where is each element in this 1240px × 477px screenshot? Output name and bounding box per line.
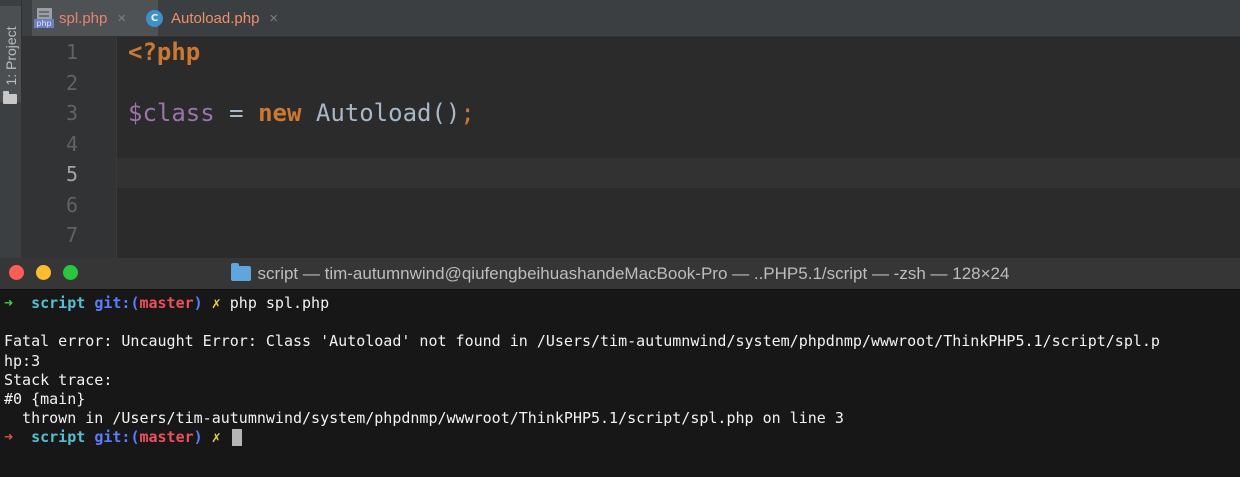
code-keyword: new (258, 99, 302, 127)
output-line: Stack trace: (4, 370, 113, 389)
code-variable: $class (128, 99, 215, 127)
folder-icon (230, 263, 251, 281)
prompt-branch: master (139, 428, 194, 447)
line-numbers: 1 2 3 4 5 6 7 (22, 37, 86, 251)
output-line: Fatal error: Uncaught Error: Class 'Auto… (4, 332, 1160, 351)
line-number-current: 5 (65, 162, 78, 186)
tab-label: spl.php (59, 9, 108, 27)
code-line-3: $class = new Autoload(); (128, 98, 1240, 129)
line-number: 4 (65, 131, 78, 156)
dirty-marker-icon: ✗ (211, 294, 221, 312)
prompt-paren: ) (193, 428, 203, 447)
line-number: 3 (65, 101, 78, 125)
line-number: 7 (65, 223, 78, 247)
prompt-directory: script (31, 294, 86, 312)
editor-tab-bar: php spl.php × C Autoload.php × (22, 0, 1240, 37)
output-line: hp:3 (4, 351, 41, 370)
terminal-titlebar[interactable]: script — tim-autumnwind@qiufengbeihuasha… (0, 258, 1240, 290)
prompt-arrow-icon: ➜ (4, 428, 14, 447)
project-tool-button[interactable]: 1: Project (0, 6, 21, 104)
terminal-output[interactable]: ➜ script git:(master) ✗ php spl.php Fata… (4, 294, 1240, 448)
project-tool-strip: 1: Project (0, 0, 22, 258)
close-icon[interactable]: × (117, 10, 126, 27)
prompt-line: ➜ script git:(master) ✗ php spl.php (4, 294, 1240, 313)
project-tool-label: 1: Project (3, 26, 19, 86)
code-line-1: <?php (128, 37, 1240, 68)
prompt-directory: script (31, 428, 86, 447)
php-file-icon: php (34, 8, 56, 28)
prompt-git-label: git: (94, 294, 131, 312)
folder-icon (3, 91, 17, 104)
ide-window: 1: Project php spl.php × C Autoload.php … (0, 0, 1240, 258)
line-number: 6 (65, 192, 78, 217)
prompt-branch: master (139, 294, 194, 312)
php-open-tag: <?php (128, 38, 201, 66)
code-editor[interactable]: <?php $class = new Autoload(); (128, 37, 1240, 129)
line-number: 1 (65, 40, 78, 64)
line-number: 2 (65, 70, 78, 95)
terminal-window: script — tim-autumnwind@qiufengbeihuasha… (0, 258, 1240, 477)
close-icon[interactable]: × (269, 10, 278, 27)
prompt-arrow-icon: ➜ (4, 294, 14, 312)
output-line: thrown in /Users/tim-autumnwind/system/p… (4, 409, 844, 428)
current-line-highlight (117, 158, 1240, 188)
command-text: php spl.php (229, 294, 330, 312)
prompt-paren: ) (193, 294, 203, 312)
code-operator: = (214, 99, 259, 127)
dirty-marker-icon: ✗ (211, 428, 221, 447)
class-icon: C (146, 9, 163, 27)
terminal-title-text: script — tim-autumnwind@qiufengbeihuasha… (257, 263, 1010, 283)
tab-autoload-php[interactable]: C Autoload.php × (146, 0, 308, 36)
prompt-git-label: git: (94, 428, 131, 447)
output-line: #0 {main} (4, 389, 86, 408)
code-class-call: Autoload() (301, 99, 461, 127)
terminal-title: script — tim-autumnwind@qiufengbeihuasha… (0, 258, 1240, 289)
prompt-line: ➜ script git:(master) ✗ (4, 428, 1240, 447)
terminal-cursor (231, 429, 242, 447)
code-semicolon: ; (460, 99, 475, 127)
tab-spl-php[interactable]: php spl.php × (32, 0, 158, 36)
tab-label: Autoload.php (171, 9, 260, 27)
